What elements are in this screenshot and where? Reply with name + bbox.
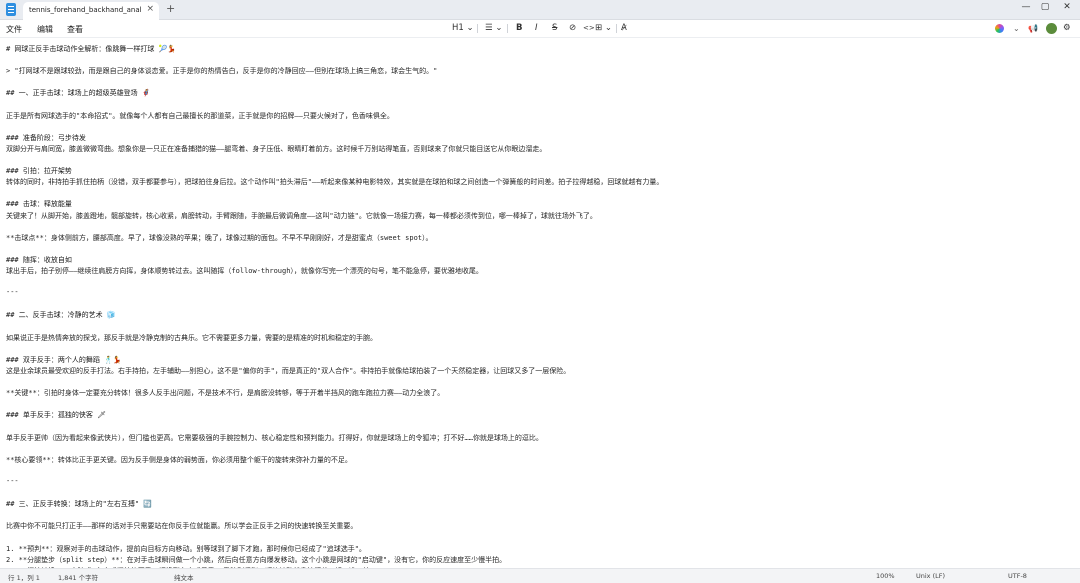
document-line: ---: [6, 288, 19, 297]
line-ending[interactable]: Unix (LF): [916, 572, 945, 580]
user-avatar[interactable]: [1046, 23, 1057, 34]
document-line: **关键**：引拍时身体一定要充分转体！很多人反手出问题，不是技术不行，是肩膀没…: [6, 389, 445, 398]
settings-gear-icon[interactable]: ⚙: [1063, 23, 1071, 34]
link-button[interactable]: ⊘: [569, 23, 576, 34]
menu-bar: 文件 编辑 查看 H1 ⌄ ☰ ⌄ B I S ⊘ <> ⊞ ⌄ A̷ ⌄ 📢 …: [0, 20, 1080, 38]
document-line: ### 准备阶段：弓步待发: [6, 133, 86, 142]
chevron-down-icon[interactable]: ⌄: [1013, 23, 1020, 34]
toolbar-divider: [507, 24, 508, 33]
document-line: 如果说正手是热情奔放的探戈，那反手就是冷静克制的古典乐。它不需要更多力量，需要的…: [6, 333, 377, 342]
new-tab-button[interactable]: +: [166, 2, 175, 15]
minimize-button[interactable]: —: [1018, 2, 1034, 12]
document-line: 双脚分开与肩同宽，膝盖微微弯曲。想象你是一只正在准备捕猎的猫——腿弯着、身子压低…: [6, 144, 547, 153]
tab-title: tennis_forehand_backhand_analysi: [29, 6, 141, 14]
document-line: ### 随挥：收放自如: [6, 255, 72, 264]
toolbar-divider: [477, 24, 478, 33]
menu-edit[interactable]: 编辑: [37, 24, 53, 35]
menu-file[interactable]: 文件: [6, 24, 22, 35]
format-indicator[interactable]: 纯文本: [174, 572, 194, 582]
toolbar-divider: [616, 24, 617, 33]
document-line: **核心要领**：转体比正手更关键。因为反手侧是身体的弱势面，你必须用整个躯干的…: [6, 455, 352, 464]
zoom-level[interactable]: 100%: [876, 572, 895, 580]
megaphone-icon[interactable]: 📢: [1028, 23, 1038, 34]
code-button[interactable]: <>: [583, 23, 595, 34]
heading-dropdown[interactable]: H1 ⌄: [452, 23, 474, 34]
document-line: > "打网球不是跟球较劲，而是跟自己的身体谈恋爱。正手是你的热情告白，反手是你的…: [6, 67, 438, 76]
tab-close-icon[interactable]: ×: [146, 4, 154, 14]
clear-formatting-button[interactable]: A̷: [621, 23, 627, 34]
list-dropdown[interactable]: ☰ ⌄: [485, 23, 502, 34]
document-line: ### 击球：释放能量: [6, 200, 72, 209]
notepad-app-icon: [6, 3, 16, 16]
character-count: 1,841 个字符: [58, 574, 99, 582]
cursor-position: 行 1，列 1: [8, 574, 40, 582]
document-line: # 网球正反手击球动作全解析：像跳舞一样打球 🎾💃: [6, 45, 177, 53]
document-line: ---: [6, 476, 19, 485]
document-line: 单手反手更帅（因为看起来像武侠片），但门槛也更高。它需要极强的手腕控制力、核心稳…: [6, 433, 543, 442]
italic-button[interactable]: I: [535, 23, 538, 34]
maximize-button[interactable]: ▢: [1037, 2, 1053, 12]
bold-button[interactable]: B: [516, 23, 522, 34]
encoding[interactable]: UTF-8: [1008, 572, 1027, 580]
document-line: 1. **预判**：观察对手的击球动作，提前向目标方向移动。别等球到了脚下才跑，…: [6, 544, 366, 553]
document-line: 比赛中你不可能只打正手——那样的话对手只需要站在你反手位就能赢。所以学会正反手之…: [6, 522, 358, 531]
document-line: ## 二、反手击球：冷静的艺术 🧊: [6, 311, 116, 320]
close-window-button[interactable]: ✕: [1059, 2, 1075, 12]
document-line: ### 引拍：拉开架势: [6, 167, 72, 176]
document-line: 关键来了！从脚开始，膝盖蹬地，髋部旋转，核心收紧，肩膀转动，手臂跟随，手腕最后微…: [6, 211, 597, 220]
document-line: 正手是所有网球选手的"本命招式"。就像每个人都有自己最擅长的那道菜，正手就是你的…: [6, 111, 394, 120]
document-line: ## 三、正反手转换：球场上的"左右互搏" 🔄: [6, 500, 153, 509]
title-bar: tennis_forehand_backhand_analysi × + — ▢…: [0, 0, 1080, 20]
copilot-icon[interactable]: [995, 24, 1004, 33]
document-line: 这是业余球员最受欢迎的反手打法。右手持拍，左手辅助——别担心，这不是"偏你的手"…: [6, 366, 571, 375]
document-line: ### 双手反手：两个人的舞蹈 🕺💃: [6, 355, 122, 364]
strikethrough-button[interactable]: S: [552, 23, 557, 34]
document-line: ### 单手反手：孤独的侠客 🗡: [6, 411, 106, 420]
document-line: 转体的同时，非持拍手抓住拍柄（没错，双手都要参与），把球拍往身后拉。这个动作叫"…: [6, 178, 664, 187]
status-bar: 行 1，列 1 1,841 个字符 纯文本 100% Unix (LF) UTF…: [0, 568, 1080, 583]
document-line: 2. **分腿垫步（split step）**：在对手击球瞬间做一个小跳，然后向…: [6, 555, 507, 564]
document-editor[interactable]: # 网球正反手击球动作全解析：像跳舞一样打球 🎾💃 > "打网球不是跟球较劲，而是…: [0, 38, 1080, 568]
document-line: **击球点**：身体侧前方，腰部高度。早了，球像没熟的苹果；晚了，球像过期的面包…: [6, 233, 433, 242]
menu-view[interactable]: 查看: [67, 24, 83, 35]
document-tab[interactable]: tennis_forehand_backhand_analysi ×: [23, 2, 159, 20]
document-line: ## 一、正手击球：球场上的超级英雄登场 🦸: [6, 89, 151, 98]
document-line: 球出手后，拍子别停——继续往肩膀方向挥，身体顺势转过去。这叫随挥（follow-…: [6, 267, 483, 275]
table-dropdown[interactable]: ⊞ ⌄: [595, 23, 612, 34]
